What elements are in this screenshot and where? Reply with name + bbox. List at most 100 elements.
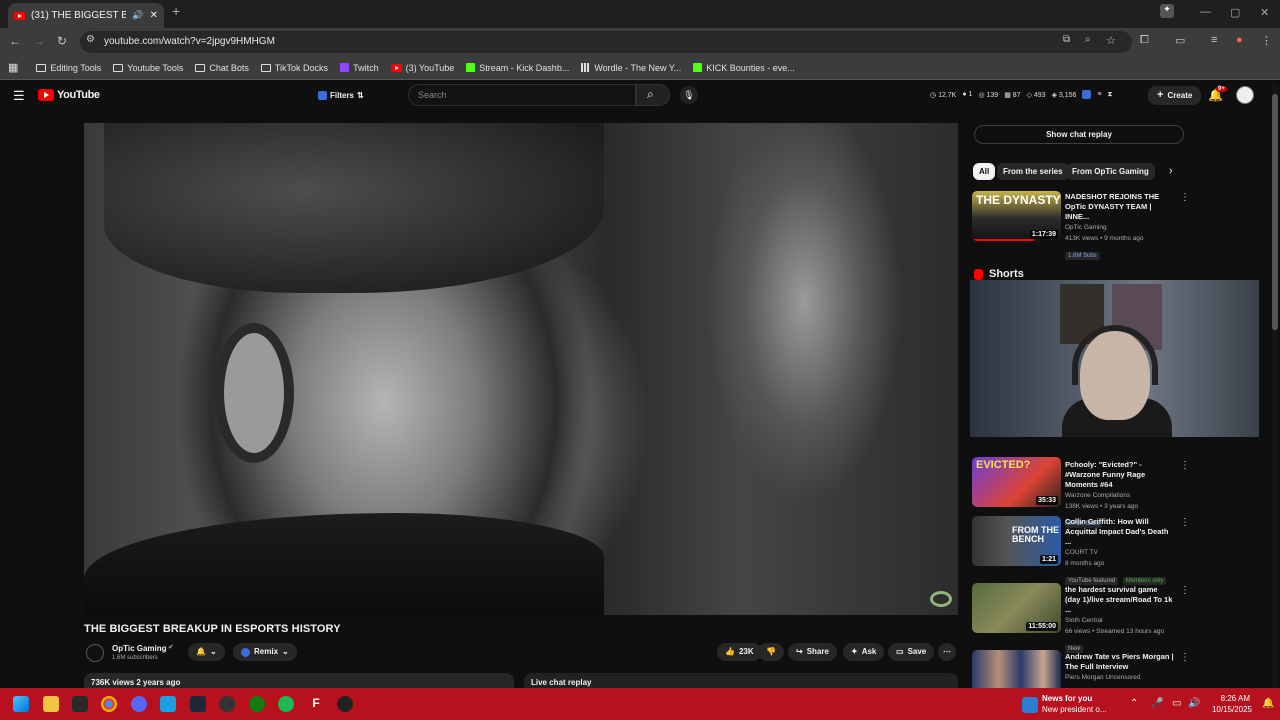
sidepanel-icon[interactable]: ▭ xyxy=(1175,34,1185,47)
window-close-icon[interactable]: ✕ xyxy=(1260,6,1269,19)
back-icon[interactable]: ← xyxy=(9,34,21,48)
bookmark-tiktok-docks[interactable]: TikTok Docks xyxy=(260,62,329,73)
search-input[interactable]: Search xyxy=(408,84,636,106)
ask-button[interactable]: ✦ Ask xyxy=(843,643,885,661)
tray-chevron-icon[interactable]: ⌃ xyxy=(1130,698,1138,709)
share-label: Share xyxy=(806,647,829,656)
recommended-item[interactable]: Andrew Tate vs Piers Morgan | The Full I… xyxy=(1065,652,1175,683)
site-info-icon[interactable]: ⚙ xyxy=(86,34,95,45)
clock-time[interactable]: 8:26 AM xyxy=(1214,694,1250,703)
app-f-icon[interactable]: F xyxy=(308,696,324,712)
create-button[interactable]: + Create xyxy=(1148,86,1202,105)
more-vert-icon[interactable]: ⋮ xyxy=(1180,652,1190,663)
filter-chip-optic[interactable]: From OpTic Gaming xyxy=(1066,163,1155,180)
share-icon: ↪ xyxy=(796,647,803,656)
more-actions-button[interactable]: ⋯ xyxy=(938,643,956,661)
gemini-icon[interactable]: ✦ xyxy=(1160,4,1174,18)
subscribed-notifications-button[interactable]: 🔔 ⌄ xyxy=(188,643,225,661)
more-vert-icon[interactable]: ⋮ xyxy=(1180,460,1190,471)
new-tab-icon[interactable]: + xyxy=(172,3,180,19)
apps-icon[interactable]: ▦ xyxy=(8,61,18,74)
minimize-icon[interactable]: — xyxy=(1200,6,1211,18)
like-button[interactable]: 👍 23K xyxy=(717,643,762,661)
recommended-thumbnail[interactable]: 11:55:00 xyxy=(972,583,1061,633)
share-button[interactable]: ↪ Share xyxy=(788,643,837,661)
discord-icon[interactable] xyxy=(131,696,147,712)
xbox-icon[interactable] xyxy=(249,696,265,712)
account-avatar[interactable] xyxy=(1236,86,1254,104)
notification-center-icon[interactable]: 🔔 xyxy=(1262,698,1274,709)
bookmark-youtube[interactable]: (3) YouTube xyxy=(390,63,454,73)
steam-icon[interactable] xyxy=(190,696,206,712)
windows-start-icon[interactable] xyxy=(13,696,29,712)
microphone-tray-icon[interactable]: 🎤 xyxy=(1151,698,1163,709)
recommended-thumbnail[interactable]: FROM THE BENCH 1:21 xyxy=(972,516,1061,566)
spotify-icon[interactable] xyxy=(278,696,294,712)
more-vert-icon[interactable]: ⋮ xyxy=(1180,517,1190,528)
recommended-item[interactable]: Collin Griffith: How Will Acquittal Impa… xyxy=(1065,517,1175,587)
chrome-icon[interactable] xyxy=(101,696,117,712)
chatgpt-icon[interactable] xyxy=(219,696,235,712)
network-icon[interactable]: ▭ xyxy=(1172,698,1181,709)
forward-icon[interactable]: → xyxy=(33,34,45,48)
extension-icon[interactable] xyxy=(1082,90,1092,99)
extensions-icon[interactable]: ⧠ xyxy=(1140,34,1149,47)
clock-date[interactable]: 10/15/2025 xyxy=(1208,705,1252,714)
chevron-right-icon[interactable]: › xyxy=(1169,165,1173,177)
shorts-video[interactable] xyxy=(970,280,1259,437)
address-bar[interactable]: youtube.com/watch?v=2jpgv9HMHGM xyxy=(80,31,1132,53)
tab-close-icon[interactable]: ✕ xyxy=(150,10,158,21)
channel-avatar[interactable] xyxy=(86,644,104,662)
microphone-icon[interactable]: 🎙 xyxy=(680,86,698,104)
obs-icon[interactable] xyxy=(337,696,353,712)
recommended-thumbnail[interactable]: EVICTED? 35:33 xyxy=(972,457,1061,507)
bookmark-kick-bounties[interactable]: KICK Bounties - eve... xyxy=(693,63,795,73)
list-icon[interactable]: ≡ xyxy=(1097,91,1101,98)
filters-button[interactable]: Filters ⇅ xyxy=(311,87,371,104)
recommended-item[interactable]: NADESHOT REJOINS THE OpTic DYNASTY TEAM … xyxy=(1065,192,1175,262)
news-title[interactable]: News for you xyxy=(1042,694,1092,703)
channel-name[interactable]: OpTic Gaming xyxy=(112,644,167,653)
maximize-icon[interactable]: ▢ xyxy=(1230,6,1240,19)
store-icon[interactable] xyxy=(72,696,88,712)
bookmark-chat-bots[interactable]: Chat Bots xyxy=(195,63,249,73)
sparkle-icon: ✦ xyxy=(851,647,858,656)
bookmark-youtube-tools[interactable]: Youtube Tools xyxy=(113,63,183,73)
more-vert-icon[interactable]: ⋮ xyxy=(1180,585,1190,596)
speaker-icon[interactable]: 🔊 xyxy=(132,10,143,21)
more-vert-icon[interactable]: ⋮ xyxy=(1180,192,1190,203)
profile-icon[interactable]: ● xyxy=(1236,34,1243,46)
youtube-logo[interactable]: YouTube xyxy=(38,89,100,101)
hamburger-menu-icon[interactable]: ☰ xyxy=(13,88,25,104)
file-explorer-icon[interactable] xyxy=(43,696,59,712)
app-icon[interactable] xyxy=(160,696,176,712)
news-widget-icon[interactable] xyxy=(1022,697,1038,713)
scrollbar-thumb[interactable] xyxy=(1272,94,1278,330)
dislike-button[interactable]: 👎 xyxy=(758,643,784,661)
search-button[interactable]: ⌕ xyxy=(636,84,670,106)
bookmark-star-icon[interactable]: ☆ xyxy=(1106,34,1116,47)
volume-icon[interactable]: 🔊 xyxy=(1188,698,1200,709)
show-chat-replay-button[interactable]: Show chat replay xyxy=(974,125,1184,144)
video-player[interactable] xyxy=(84,123,958,615)
recommended-thumbnail[interactable] xyxy=(972,650,1061,688)
bookmark-twitch[interactable]: Twitch xyxy=(340,63,379,73)
bookmark-editing-tools[interactable]: Editing Tools xyxy=(36,63,101,73)
bookmark-label: TikTok Docks xyxy=(274,62,329,73)
media-icon[interactable]: ≡ xyxy=(1211,34,1217,46)
browser-menu-icon[interactable]: ⋮ xyxy=(1261,34,1272,47)
hourglass-icon[interactable]: ⧗ xyxy=(1108,91,1113,99)
zoom-icon[interactable]: ⌕ xyxy=(1085,34,1091,45)
save-button[interactable]: ▭ Save xyxy=(888,643,935,661)
remix-button[interactable]: Remix ⌄ xyxy=(233,643,297,661)
bookmark-kick-dashboard[interactable]: Stream - Kick Dashb... xyxy=(466,63,569,73)
recommended-thumbnail[interactable]: THE DYNASTY 1:17:39 xyxy=(972,191,1061,241)
bookmark-wordle[interactable]: Wordle - The New Y... xyxy=(581,63,681,73)
filter-chip-series[interactable]: From the series xyxy=(997,163,1069,180)
browser-tab[interactable]: (31) THE BIGGEST BREAKU 🔊 ✕ xyxy=(8,3,164,28)
reload-icon[interactable]: ↻ xyxy=(57,34,67,48)
filter-chip-all[interactable]: All xyxy=(973,163,996,180)
install-icon[interactable]: ⧉ xyxy=(1063,34,1070,45)
recommended-item[interactable]: the hardest survival game (day 1)/live s… xyxy=(1065,585,1175,655)
page-scrollbar[interactable] xyxy=(1272,84,1278,688)
